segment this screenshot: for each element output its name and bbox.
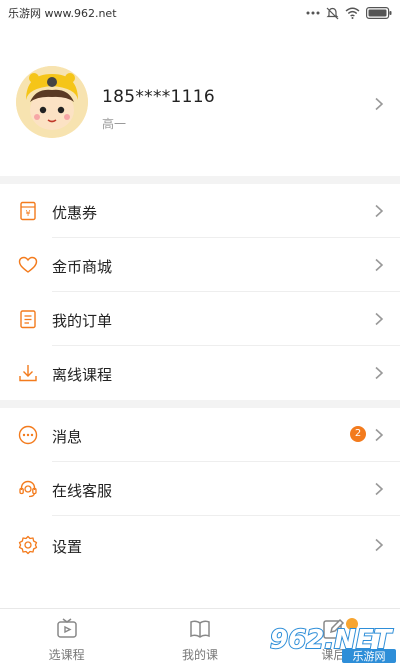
menu-label: 我的订单 [52,312,113,330]
mute-bell-icon [326,7,339,19]
customer-service-icon [19,480,37,498]
chevron-right-icon [375,366,384,380]
coupon-icon: ¥ [20,201,36,221]
tab-label: 选课程 [48,648,85,662]
menu-label: 消息 [52,428,83,446]
book-icon [190,620,210,638]
profile-header[interactable]: 185****1116 高一 [0,60,400,170]
battery-icon [366,7,392,19]
chevron-right-icon [375,97,384,111]
tab-label: 我的课 [181,648,218,662]
menu-item-orders[interactable]: 我的订单 [0,292,400,346]
svg-text:¥: ¥ [25,209,30,218]
menu-item-offline-courses[interactable]: 离线课程 [0,346,400,400]
message-icon [18,425,38,445]
avatar[interactable] [16,66,88,138]
watermark-logo: 962.NET 乐游网 [266,618,398,664]
menu-item-messages[interactable]: 消息 2 [0,408,400,462]
status-bar: 乐游网 www.962.net [0,0,400,26]
menu-item-coupons[interactable]: ¥ 优惠券 [0,184,400,238]
chevron-right-icon [375,204,384,218]
chevron-right-icon [375,428,384,442]
chevron-right-icon [375,258,384,272]
menu-label: 优惠券 [52,204,98,222]
chevron-right-icon [375,538,384,552]
heart-icon [18,256,38,273]
menu-item-coin-mall[interactable]: 金币商城 [0,238,400,292]
menu-label: 设置 [52,538,83,556]
profile-phone: 185****1116 [102,87,216,107]
section-gap [0,400,400,408]
menu-label: 金币商城 [52,258,113,276]
tab-select-courses[interactable]: 选课程 [0,609,133,666]
profile-grade: 高一 [102,117,127,131]
tab-my-courses[interactable]: 我的课 [133,609,266,666]
watermark-subtitle: 乐游网 [353,650,386,663]
tv-icon [56,618,77,638]
unread-badge: 2 [350,426,366,442]
menu-label: 在线客服 [52,482,113,500]
chevron-right-icon [375,312,384,326]
menu-item-customer-service[interactable]: 在线客服 [0,462,400,516]
section-gap [0,176,400,184]
divider [52,515,400,516]
download-icon [19,365,37,382]
more-dots-icon [306,11,320,15]
chevron-right-icon [375,482,384,496]
status-icons [306,7,392,20]
menu-item-settings[interactable]: 设置 [0,518,400,572]
wifi-icon [345,7,360,19]
settings-icon [18,535,38,555]
status-bar-site-text: 乐游网 www.962.net [8,7,117,20]
order-icon [20,310,36,329]
menu-label: 离线课程 [52,366,113,384]
